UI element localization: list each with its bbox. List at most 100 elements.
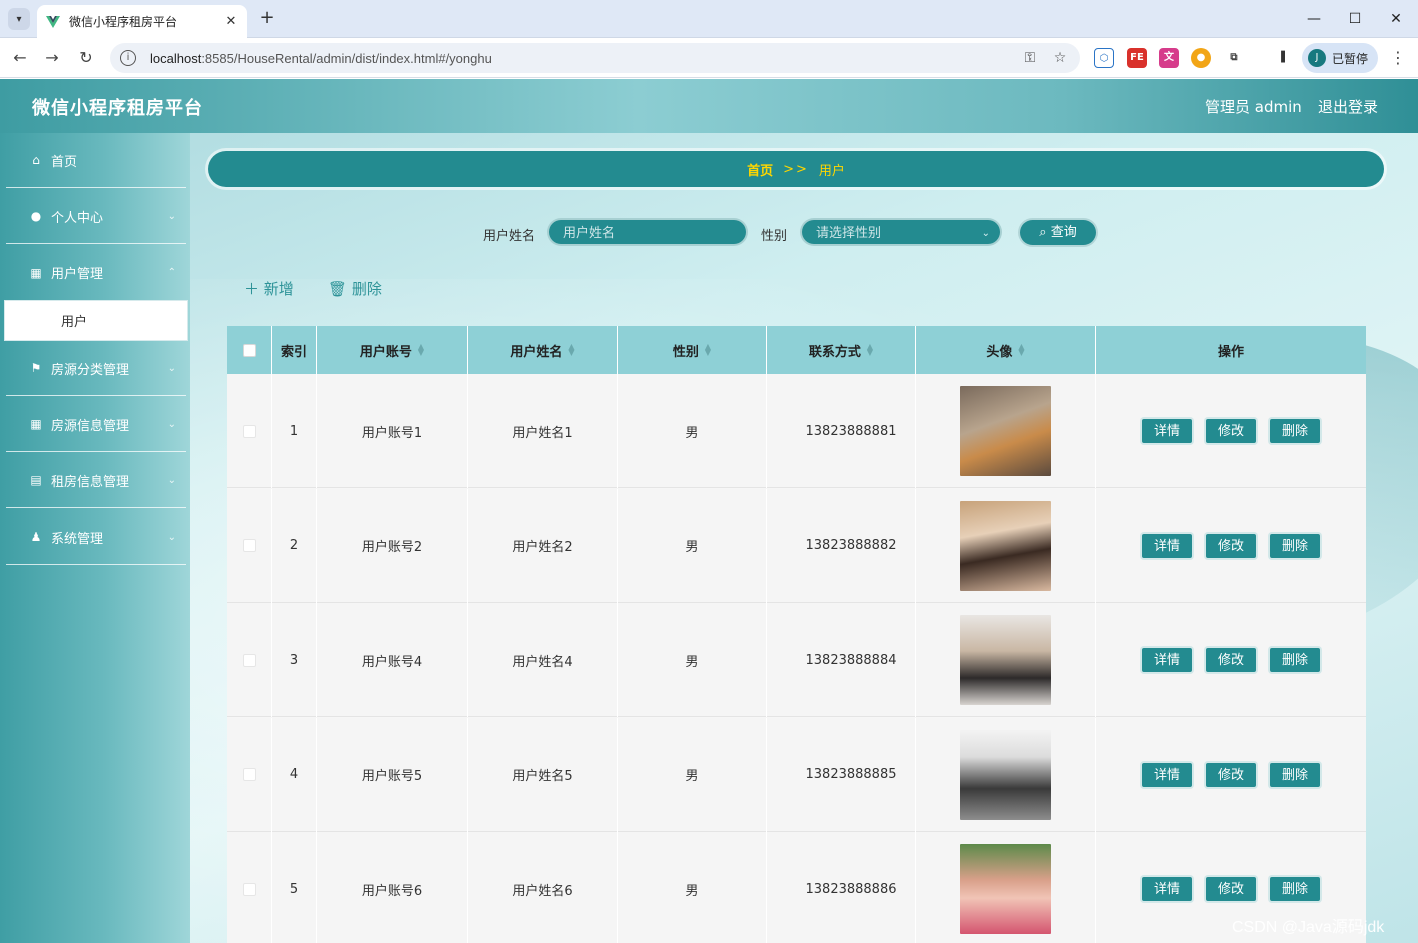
vue-logo-icon	[46, 15, 60, 28]
cell-gender: 男	[618, 832, 767, 943]
extensions-puzzle-icon[interactable]: ⧉	[1224, 48, 1244, 68]
row-checkbox[interactable]	[242, 768, 256, 781]
delete-button[interactable]: 删除	[1268, 531, 1322, 560]
gender-select[interactable]: 请选择性别 ⌄	[800, 218, 1002, 246]
col-index: 索引	[272, 326, 317, 374]
row-checkbox[interactable]	[242, 424, 256, 438]
site-info-icon[interactable]: i	[120, 50, 136, 66]
browser-tab[interactable]: 微信小程序租房平台 ✕	[37, 5, 247, 38]
minimize-icon[interactable]: —	[1302, 8, 1326, 30]
search-icon: ⌕	[1039, 225, 1047, 240]
delete-button[interactable]: 删除	[1268, 875, 1322, 903]
row-checkbox[interactable]	[242, 539, 256, 552]
breadcrumb-current: 用户	[818, 163, 845, 179]
sidebar-item-category[interactable]: ⚑ 房源分类管理 ⌄	[6, 341, 186, 396]
extension-fe-icon[interactable]: FE	[1127, 48, 1147, 68]
extension-color-icon[interactable]: ●	[1191, 48, 1211, 68]
table-row: 2 用户账号2 用户姓名2 男 13823888882 详情 修改 删除	[227, 488, 1366, 603]
logout-link[interactable]: 退出登录	[1318, 96, 1378, 117]
cell-index: 3	[272, 603, 317, 717]
new-tab-icon[interactable]: +	[256, 8, 278, 30]
bookmark-star-icon[interactable]: ☆	[1050, 50, 1070, 66]
cell-account: 用户账号4	[317, 603, 468, 717]
cell-gender: 男	[618, 603, 767, 717]
brand-title: 微信小程序租房平台	[32, 98, 203, 119]
breadcrumb-separator: >>	[783, 161, 809, 177]
cell-phone: 13823888881	[767, 374, 916, 488]
browser-menu-icon[interactable]: ⋮	[1388, 46, 1408, 70]
col-account[interactable]: 用户账号 ▲ ▼	[317, 326, 468, 374]
detail-button[interactable]: 详情	[1140, 417, 1194, 445]
table-row: 5 用户账号6 用户姓名6 男 13823888886 详情 修改 删除	[227, 832, 1366, 943]
avatar	[960, 615, 1051, 705]
browser-toolbar: ← → ↻ i localhost:8585/HouseRental/admin…	[0, 38, 1418, 78]
side-panel-icon[interactable]: ▐	[1271, 48, 1291, 68]
cell-avatar	[916, 717, 1096, 832]
chevron-down-icon: ⌄	[167, 531, 176, 543]
col-gender-label: 性别	[672, 344, 699, 360]
cell-gender: 男	[618, 374, 767, 488]
cell-account: 用户账号2	[317, 488, 468, 603]
col-phone[interactable]: 联系方式 ▲ ▼	[767, 326, 916, 374]
gender-label: 性别	[761, 229, 788, 244]
cell-phone: 13823888885	[767, 717, 916, 832]
reload-icon[interactable]: ↻	[74, 46, 98, 70]
sort-icon: ▲ ▼	[866, 342, 874, 357]
query-button[interactable]: ⌕ 查询	[1018, 218, 1098, 247]
cell-name: 用户姓名1	[468, 374, 618, 488]
col-actions: 操作	[1217, 344, 1244, 360]
trash-icon: 🗑︎	[328, 280, 352, 298]
chevron-down-icon: ⌄	[981, 228, 990, 239]
row-select-cell	[227, 488, 272, 603]
edit-button[interactable]: 修改	[1204, 760, 1258, 789]
profile-status: 已暂停	[1332, 51, 1369, 66]
sidebar-subitem-user[interactable]: 用户	[4, 300, 188, 341]
cell-actions: 详情 修改 删除	[1096, 718, 1366, 832]
edit-button[interactable]: 修改	[1204, 531, 1258, 560]
maximize-icon[interactable]: ☐	[1343, 8, 1367, 30]
address-bar[interactable]: i localhost:8585/HouseRental/admin/dist/…	[110, 43, 1080, 73]
forward-icon[interactable]: →	[40, 46, 64, 70]
breadcrumb-home[interactable]: 首页	[747, 160, 773, 179]
sidebar-item-rental-info[interactable]: ▤ 租房信息管理 ⌄	[6, 453, 186, 508]
detail-button[interactable]: 详情	[1140, 760, 1194, 789]
edit-button[interactable]: 修改	[1204, 417, 1258, 445]
delete-button[interactable]: 删除	[1268, 417, 1322, 445]
query-button-label: 查询	[1050, 225, 1077, 240]
password-key-icon[interactable]: ⚿	[1020, 50, 1040, 66]
add-button[interactable]: ＋ 新增	[244, 278, 294, 299]
col-avatar-label: 头像	[986, 344, 1013, 360]
batch-delete-button[interactable]: 🗑︎ 删除	[328, 278, 382, 299]
extension-translate-icon[interactable]: 文	[1159, 48, 1179, 68]
select-all-checkbox[interactable]	[242, 343, 256, 357]
detail-button[interactable]: 详情	[1140, 646, 1194, 674]
extension-hex-icon[interactable]: ⬡	[1094, 48, 1114, 68]
edit-button[interactable]: 修改	[1204, 875, 1258, 903]
window-close-icon[interactable]: ✕	[1384, 8, 1408, 30]
col-avatar[interactable]: 头像 ▲ ▼	[916, 326, 1096, 374]
tab-search-icon[interactable]: ▾	[8, 8, 30, 30]
col-name-label: 用户姓名	[510, 344, 563, 360]
delete-button[interactable]: 删除	[1268, 760, 1322, 789]
col-name[interactable]: 用户姓名 ▲ ▼	[468, 326, 618, 374]
col-gender[interactable]: 性别 ▲ ▼	[618, 326, 767, 374]
sidebar-item-system[interactable]: ♟ 系统管理 ⌄	[6, 510, 186, 565]
row-checkbox[interactable]	[242, 882, 256, 896]
sidebar-item-house-info[interactable]: ▦ 房源信息管理 ⌄	[6, 397, 186, 452]
chevron-down-icon: ⌄	[167, 418, 176, 430]
detail-button[interactable]: 详情	[1140, 875, 1194, 903]
tab-close-icon[interactable]: ✕	[223, 14, 239, 29]
row-checkbox[interactable]	[242, 653, 256, 667]
gender-select-placeholder: 请选择性别	[816, 226, 882, 241]
edit-button[interactable]: 修改	[1204, 646, 1258, 674]
name-search-input[interactable]: 用户姓名	[547, 218, 748, 246]
sidebar-item-home[interactable]: ⌂ 首页	[6, 133, 186, 188]
sidebar-item-label: 系统管理	[51, 531, 104, 547]
delete-button[interactable]: 删除	[1268, 646, 1322, 674]
detail-button[interactable]: 详情	[1140, 531, 1194, 560]
name-label: 用户姓名	[483, 229, 536, 244]
profile-button[interactable]: J 已暂停	[1302, 43, 1378, 73]
cell-index: 1	[272, 374, 317, 488]
sort-icon: ▲ ▼	[1018, 342, 1025, 357]
back-icon[interactable]: ←	[8, 46, 32, 70]
